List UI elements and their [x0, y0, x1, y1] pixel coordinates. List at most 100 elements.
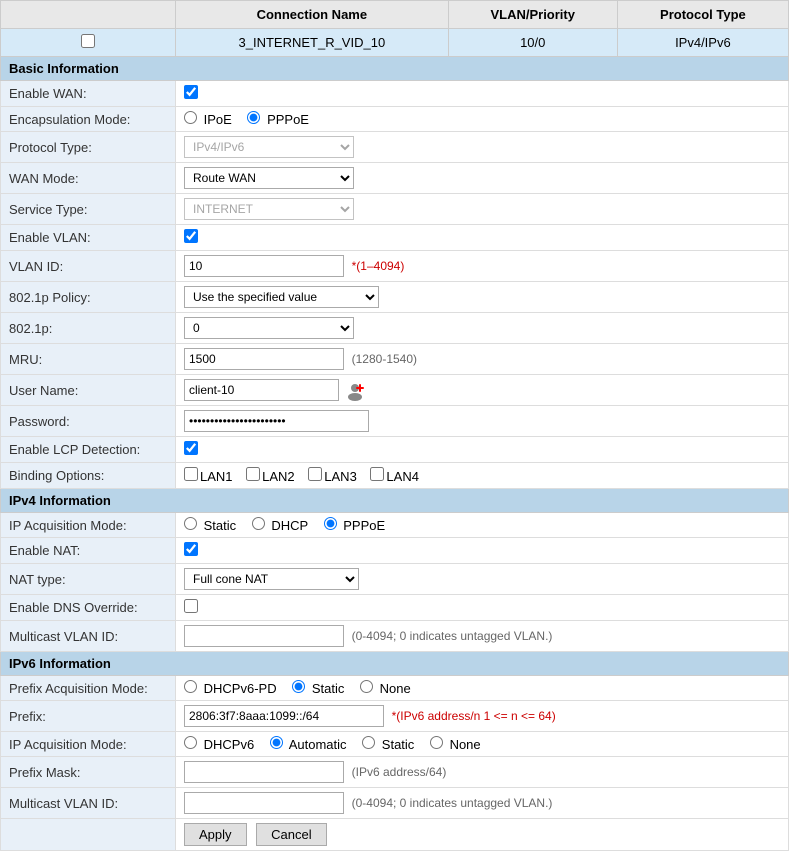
ipv4-acq-pppoe-radio[interactable]: [324, 517, 337, 530]
nat-type-select[interactable]: Full cone NAT Restricted cone NAT Port r…: [184, 568, 359, 590]
nat-type-row: NAT type: Full cone NAT Restricted cone …: [1, 564, 789, 595]
ipv6-acq-none-radio[interactable]: [430, 736, 443, 749]
ipv6-acq-dhcpv6-radio[interactable]: [184, 736, 197, 749]
row-checkbox-cell[interactable]: [1, 29, 176, 57]
binding-lan3-checkbox[interactable]: [308, 467, 322, 481]
wan-mode-label: WAN Mode:: [1, 163, 176, 194]
service-type-row: Service Type: INTERNET: [1, 194, 789, 225]
enable-lcp-row: Enable LCP Detection:: [1, 437, 789, 463]
ipv6-multicast-label: Multicast VLAN ID:: [1, 788, 176, 819]
username-input[interactable]: [184, 379, 339, 401]
binding-lan1-checkbox[interactable]: [184, 467, 198, 481]
binding-lan3-label[interactable]: LAN3: [308, 469, 360, 484]
enable-nat-cell: [176, 538, 789, 564]
binding-lan4-checkbox[interactable]: [370, 467, 384, 481]
ipv6-acq-none-label[interactable]: None: [430, 737, 481, 752]
ipv6-acq-static-radio[interactable]: [362, 736, 375, 749]
ipv4-multicast-label: Multicast VLAN ID:: [1, 621, 176, 652]
wan-mode-cell: Route WAN Bridge WAN: [176, 163, 789, 194]
password-row: Password:: [1, 406, 789, 437]
row-connection-name: 3_INTERNET_R_VID_10: [176, 29, 449, 57]
apply-button[interactable]: Apply: [184, 823, 247, 846]
prefix-acq-dhcpv6pd-label[interactable]: DHCPv6-PD: [184, 681, 280, 696]
enable-vlan-cell: [176, 225, 789, 251]
mru-input[interactable]: [184, 348, 344, 370]
dot1p-label: 802.1p:: [1, 313, 176, 344]
enable-dns-row: Enable DNS Override:: [1, 595, 789, 621]
prefix-input[interactable]: [184, 705, 384, 727]
buttons-spacer: [1, 819, 176, 851]
enable-dns-label: Enable DNS Override:: [1, 595, 176, 621]
ipv4-acq-pppoe-label[interactable]: PPPoE: [324, 518, 386, 533]
ipv6-acq-cell: DHCPv6 Automatic Static None: [176, 732, 789, 757]
buttons-cell: Apply Cancel: [176, 819, 789, 851]
dot1p-policy-cell: Use the specified value Copy from IP Pre…: [176, 282, 789, 313]
mru-row: MRU: (1280-1540): [1, 344, 789, 375]
protocol-type-select[interactable]: IPv4/IPv6: [184, 136, 354, 158]
enable-vlan-label: Enable VLAN:: [1, 225, 176, 251]
wan-mode-row: WAN Mode: Route WAN Bridge WAN: [1, 163, 789, 194]
row-select-checkbox[interactable]: [81, 34, 95, 48]
encapsulation-row: Encapsulation Mode: IPoE PPPoE: [1, 107, 789, 132]
binding-lan1-label[interactable]: LAN1: [184, 469, 236, 484]
enable-nat-checkbox[interactable]: [184, 542, 198, 556]
protocol-type-cell: IPv4/IPv6: [176, 132, 789, 163]
binding-lan4-label[interactable]: LAN4: [370, 469, 419, 484]
password-label: Password:: [1, 406, 176, 437]
prefix-mask-input[interactable]: [184, 761, 344, 783]
dot1p-select[interactable]: 0 1 2 3 4 5 6 7: [184, 317, 354, 339]
prefix-acq-none-radio[interactable]: [360, 680, 373, 693]
ipv4-multicast-cell: (0-4094; 0 indicates untagged VLAN.): [176, 621, 789, 652]
enable-dns-checkbox[interactable]: [184, 599, 198, 613]
enable-wan-row: Enable WAN:: [1, 81, 789, 107]
ipv6-acq-label: IP Acquisition Mode:: [1, 732, 176, 757]
password-input[interactable]: [184, 410, 369, 432]
enable-wan-checkbox[interactable]: [184, 85, 198, 99]
protocol-type-row: Protocol Type: IPv4/IPv6: [1, 132, 789, 163]
ipv6-acq-dhcpv6-label[interactable]: DHCPv6: [184, 737, 258, 752]
ipv6-acq-row: IP Acquisition Mode: DHCPv6 Automatic St…: [1, 732, 789, 757]
prefix-acq-static-label[interactable]: Static: [292, 681, 348, 696]
cancel-button[interactable]: Cancel: [256, 823, 326, 846]
enable-lcp-checkbox[interactable]: [184, 441, 198, 455]
enable-vlan-checkbox[interactable]: [184, 229, 198, 243]
prefix-acq-none-label[interactable]: None: [360, 681, 411, 696]
ipv6-acq-automatic-radio[interactable]: [270, 736, 283, 749]
ipv4-multicast-input[interactable]: [184, 625, 344, 647]
username-label: User Name:: [1, 375, 176, 406]
encapsulation-ipoe-label[interactable]: IPoE: [184, 112, 235, 127]
encapsulation-pppoe-label[interactable]: PPPoE: [247, 112, 309, 127]
user-icon[interactable]: [345, 381, 365, 401]
mru-label: MRU:: [1, 344, 176, 375]
ipv4-acq-static-label[interactable]: Static: [184, 518, 240, 533]
enable-wan-cell: [176, 81, 789, 107]
enable-wan-label: Enable WAN:: [1, 81, 176, 107]
wan-mode-select[interactable]: Route WAN Bridge WAN: [184, 167, 354, 189]
service-type-select[interactable]: INTERNET: [184, 198, 354, 220]
ipv6-multicast-hint: (0-4094; 0 indicates untagged VLAN.): [352, 796, 553, 810]
prefix-cell: *(IPv6 address/n 1 <= n <= 64): [176, 701, 789, 732]
table-row: 3_INTERNET_R_VID_10 10/0 IPv4/IPv6: [1, 29, 789, 57]
binding-cell: LAN1 LAN2 LAN3 LAN4: [176, 463, 789, 489]
ipv4-acq-dhcp-label[interactable]: DHCP: [252, 518, 312, 533]
dot1p-policy-select[interactable]: Use the specified value Copy from IP Pre…: [184, 286, 379, 308]
encapsulation-pppoe-radio[interactable]: [247, 111, 260, 124]
ipv6-acq-static-label[interactable]: Static: [362, 737, 418, 752]
ipv6-acq-automatic-label[interactable]: Automatic: [270, 737, 350, 752]
nat-type-label: NAT type:: [1, 564, 176, 595]
prefix-acq-static-radio[interactable]: [292, 680, 305, 693]
encapsulation-ipoe-radio[interactable]: [184, 111, 197, 124]
ipv4-acq-dhcp-radio[interactable]: [252, 517, 265, 530]
prefix-acq-dhcpv6pd-radio[interactable]: [184, 680, 197, 693]
binding-lan2-label[interactable]: LAN2: [246, 469, 298, 484]
ipv6-multicast-input[interactable]: [184, 792, 344, 814]
col-checkbox: [1, 1, 176, 29]
col-protocol-type: Protocol Type: [617, 1, 788, 29]
ipv4-multicast-hint: (0-4094; 0 indicates untagged VLAN.): [352, 629, 553, 643]
binding-lan2-checkbox[interactable]: [246, 467, 260, 481]
vlan-id-input[interactable]: [184, 255, 344, 277]
ipv4-acq-label: IP Acquisition Mode:: [1, 513, 176, 538]
prefix-acq-label: Prefix Acquisition Mode:: [1, 676, 176, 701]
ipv6-info-section: IPv6 Information: [1, 652, 789, 676]
ipv4-acq-static-radio[interactable]: [184, 517, 197, 530]
